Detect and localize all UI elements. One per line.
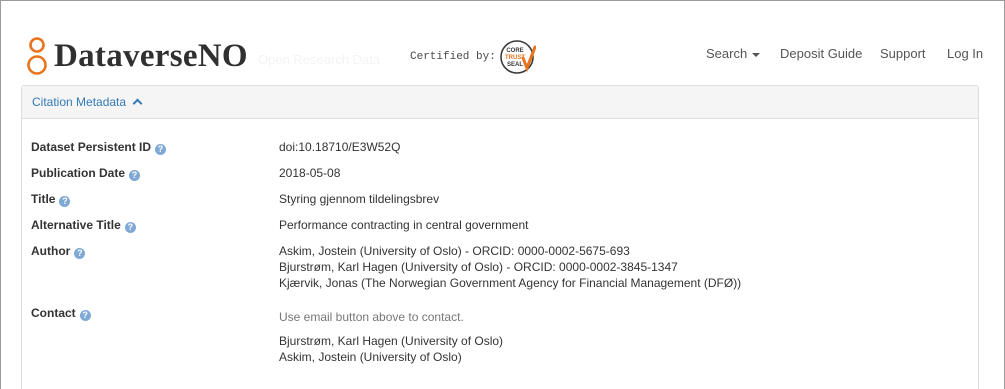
- field-label-persistent-id: Dataset Persistent ID?: [31, 140, 167, 155]
- logo-text: DataverseNO: [54, 38, 248, 74]
- help-icon[interactable]: ?: [59, 196, 71, 207]
- dataverse-logo-icon: [27, 37, 47, 75]
- help-icon[interactable]: ?: [129, 170, 141, 181]
- field-label-contact: Contact?: [31, 306, 91, 321]
- field-value-contact: Bjurstrøm, Karl Hagen (University of Osl…: [279, 333, 503, 365]
- author-entry: Askim, Jostein (University of Oslo) - OR…: [279, 244, 630, 258]
- field-value-author: Askim, Jostein (University of Oslo) - OR…: [279, 243, 741, 291]
- field-label-alternative-title: Alternative Title?: [31, 218, 136, 233]
- help-icon[interactable]: ?: [155, 144, 167, 155]
- field-value-alternative-title: Performance contracting in central gover…: [279, 218, 529, 232]
- nav-support-link[interactable]: Support: [880, 46, 926, 61]
- contact-entry: Bjurstrøm, Karl Hagen (University of Osl…: [279, 334, 504, 348]
- help-icon[interactable]: ?: [79, 310, 91, 321]
- certification: Certified by: CORE TRUST SEAL: [410, 38, 536, 76]
- field-label-title: Title?: [31, 192, 71, 207]
- nav-login-link[interactable]: Log In: [947, 46, 983, 61]
- caret-down-icon: [752, 52, 761, 57]
- badge-line-seal: SEAL: [507, 62, 523, 68]
- panel-heading-label: Citation Metadata: [32, 95, 127, 109]
- home-logo-link[interactable]: DataverseNO: [26, 36, 248, 76]
- contact-entry: Askim, Jostein (University of Oslo): [279, 350, 462, 364]
- author-entry: Bjurstrøm, Karl Hagen (University of Osl…: [279, 260, 678, 274]
- author-entry: Kjærvik, Jonas (The Norwegian Government…: [279, 276, 742, 290]
- core-trust-seal-badge-icon[interactable]: CORE TRUST SEAL: [498, 38, 536, 76]
- tagline: Open Research Data: [258, 52, 381, 67]
- chevron-up-icon: [132, 98, 143, 109]
- site-header: DataverseNO Open Research Data Certified…: [0, 0, 1005, 80]
- citation-metadata-toggle[interactable]: Citation Metadata: [22, 86, 978, 119]
- help-icon[interactable]: ?: [124, 222, 136, 233]
- nav-search-label: Search: [706, 46, 748, 61]
- field-label-publication-date: Publication Date?: [31, 166, 141, 181]
- badge-line-core: CORE: [506, 48, 523, 54]
- field-value-title: Styring gjennom tildelingsbrev: [279, 192, 440, 206]
- field-value-persistent-id: doi:10.18710/E3W52Q: [279, 140, 401, 154]
- field-label-author: Author?: [31, 244, 86, 259]
- help-icon[interactable]: ?: [74, 248, 86, 259]
- contact-hint: Use email button above to contact.: [279, 310, 464, 324]
- nav-deposit-guide-link[interactable]: Deposit Guide: [780, 46, 862, 61]
- field-value-publication-date: 2018-05-08: [279, 166, 341, 180]
- certified-label: Certified by:: [410, 51, 496, 63]
- nav-search-dropdown[interactable]: Search: [706, 46, 761, 61]
